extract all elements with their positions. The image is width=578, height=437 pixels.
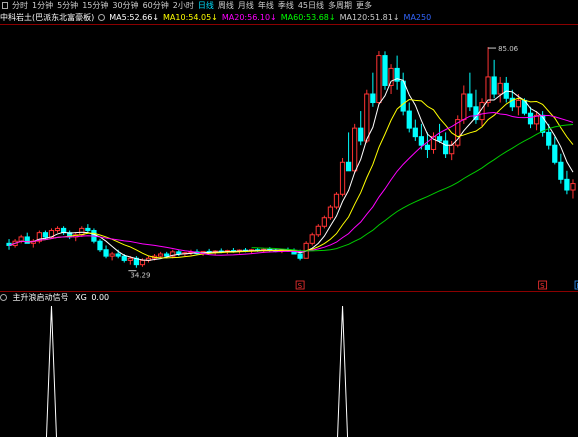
indicator-value: 0.00	[91, 293, 110, 302]
candle-body	[424, 144, 431, 150]
indicator-legend-bar: 主升浪启动信号 XG 0.00	[0, 292, 578, 304]
tab-14[interactable]: 更多	[356, 0, 372, 12]
candle-body	[103, 249, 109, 257]
candle-body	[164, 253, 170, 257]
signal-marker-s: S	[298, 282, 303, 290]
tab-4[interactable]: 30分钟	[112, 0, 138, 12]
candle-body	[127, 257, 133, 261]
tab-8[interactable]: 周线	[218, 0, 234, 12]
candle-body	[109, 253, 115, 257]
candle-body	[358, 127, 364, 142]
indicator-prefix: XG	[75, 293, 87, 302]
tab-1[interactable]: 1分钟	[32, 0, 53, 12]
signal-spike	[337, 305, 349, 437]
stock-title: 中科岩土(巴派东北富豪板)	[0, 13, 95, 22]
tab-9[interactable]: 月线	[238, 0, 254, 12]
candle-body	[515, 99, 522, 108]
price-low-label: 34.29	[130, 272, 150, 280]
tab-6[interactable]: 2小时	[173, 0, 194, 12]
candle-body	[485, 76, 491, 104]
candle-body	[570, 183, 576, 191]
candle-body	[339, 161, 346, 195]
candle-body	[18, 236, 24, 242]
ma-label-ma60: MA60:53.68↓	[280, 13, 336, 22]
tab-10[interactable]: 年线	[258, 0, 274, 12]
candlestick-chart[interactable]: 85.0634.29SSB	[0, 24, 578, 290]
candle-body	[406, 110, 412, 129]
candle-body	[552, 144, 558, 163]
candle-body	[352, 127, 358, 172]
tab-0[interactable]: 分时	[12, 0, 28, 12]
candle-body	[321, 217, 327, 227]
candle-body	[370, 93, 376, 104]
candle-body	[315, 225, 321, 236]
candle-body	[461, 93, 467, 121]
candle-body	[527, 112, 534, 125]
candle-body	[309, 234, 315, 244]
candle-body	[115, 253, 121, 257]
candle-body	[497, 82, 503, 95]
candle-body	[24, 236, 30, 244]
tab-11[interactable]: 季线	[278, 0, 294, 12]
tab-7[interactable]: 日线	[198, 0, 214, 12]
signal-marker-s: S	[540, 282, 545, 290]
indicator-chart[interactable]	[0, 304, 578, 437]
candle-body	[382, 55, 388, 86]
candle-body	[139, 259, 146, 266]
settings-icon[interactable]	[98, 14, 106, 21]
candle-body	[376, 55, 382, 104]
candle-body	[42, 232, 49, 238]
candle-body	[443, 140, 449, 155]
candle-body	[558, 161, 564, 180]
ma-label-ma5: MA5:52.66↓	[109, 13, 160, 22]
candle-body	[564, 178, 570, 191]
candle-body	[467, 93, 473, 108]
candle-body	[121, 255, 127, 261]
candle-body	[158, 253, 164, 257]
candle-body	[418, 136, 424, 146]
ma60-line	[251, 123, 574, 252]
tab-5[interactable]: 60分钟	[143, 0, 169, 12]
ma-label-ma20: MA20:56.10↓	[221, 13, 277, 22]
candle-body	[176, 251, 182, 255]
ma-label-ma250: MA250	[403, 13, 432, 22]
tab-2[interactable]: 5分钟	[57, 0, 78, 12]
candle-body	[85, 227, 91, 232]
ma-legend-bar: 中科岩土(巴派东北富豪板) MA5:52.66↓ MA10:54.05↓ MA20:5…	[0, 12, 578, 24]
candle-body	[364, 93, 370, 142]
indicator-name[interactable]: 主升浪启动信号	[13, 293, 69, 302]
tab-3[interactable]: 15分钟	[82, 0, 108, 12]
price-high-label: 85.06	[498, 45, 519, 53]
candle-body	[345, 161, 352, 172]
candle-body	[54, 227, 61, 232]
candle-body	[333, 193, 340, 208]
candle-body	[327, 206, 334, 219]
candle-body	[97, 240, 103, 251]
ma-label-ma10: MA10:54.05↓	[163, 13, 218, 22]
candle-body	[388, 67, 394, 86]
candle-body	[491, 76, 497, 95]
tab-12[interactable]: 45日线	[298, 0, 324, 12]
period-toolbar: 分时 1分钟 5分钟 15分钟 30分钟 60分钟 2小时 日线 周线 月线 年线 季线 45日线 多周期…	[0, 0, 578, 12]
signal-spike	[45, 305, 57, 437]
candle-body	[412, 127, 418, 138]
candle-body	[400, 80, 406, 112]
candle-body	[546, 131, 552, 146]
candle-body	[449, 144, 455, 155]
tab-13[interactable]: 多周期	[328, 0, 352, 12]
candle-body	[297, 253, 303, 259]
chart-frame-icon[interactable]	[2, 2, 8, 9]
candle-body	[436, 136, 443, 142]
ma-label-ma120: MA120:51.81↓	[339, 13, 400, 22]
settings-icon[interactable]	[0, 294, 7, 301]
